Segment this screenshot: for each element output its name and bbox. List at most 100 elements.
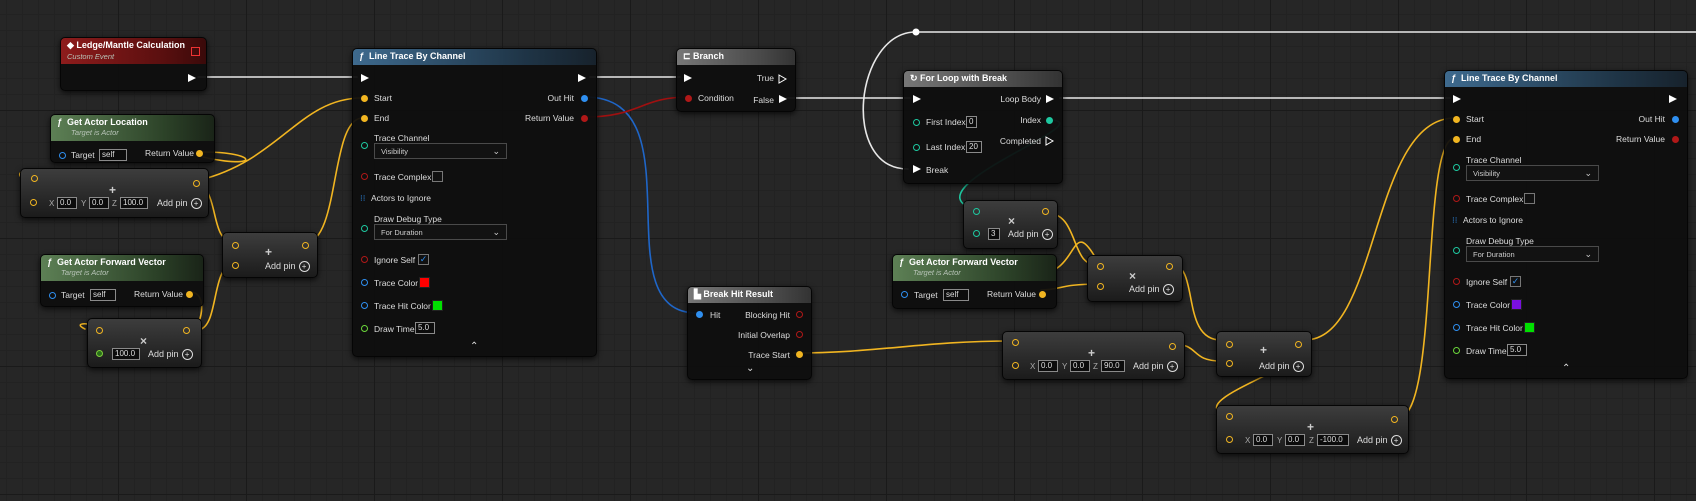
hit-pin[interactable] [696, 311, 703, 318]
exec-in-pin[interactable] [1453, 95, 1461, 103]
target-value-field[interactable]: self [943, 289, 969, 301]
collapse-chevron-up-icon[interactable]: ⌃ [470, 341, 478, 352]
output-pin[interactable] [1166, 263, 1173, 270]
ignore-self-pin[interactable] [361, 256, 368, 263]
add-pin-button[interactable]: Add pin + [1259, 361, 1304, 373]
break-hit-result-node[interactable]: ▙ Break Hit Result Hit Blocking Hit Init… [687, 286, 812, 380]
target-pin[interactable] [901, 291, 908, 298]
trace-color-swatch[interactable] [1511, 299, 1522, 310]
trace-channel-dropdown[interactable]: Visibility ⌄ [374, 143, 507, 159]
target-pin[interactable] [59, 152, 66, 159]
first-index-field[interactable]: 0 [966, 116, 977, 128]
input-pin-a[interactable] [1226, 413, 1233, 420]
delegate-pin[interactable] [191, 47, 200, 56]
target-value-field[interactable]: self [99, 149, 127, 161]
branch-node[interactable]: ⊏ Branch True Condition False [676, 48, 796, 112]
multiplier-field[interactable]: 100.0 [112, 348, 140, 360]
custom-event-node[interactable]: ◆ Ledge/Mantle Calculation Custom Event [60, 37, 207, 91]
collapse-chevron-up-icon[interactable]: ⌃ [1562, 363, 1570, 374]
for-loop-with-break-node[interactable]: ↻ For Loop with Break Loop Body First In… [903, 70, 1063, 184]
input-pin-b[interactable] [973, 230, 980, 237]
trace-hit-color-swatch[interactable] [1524, 322, 1535, 333]
output-pin[interactable] [1169, 343, 1176, 350]
break-exec-pin[interactable] [913, 165, 921, 173]
get-actor-forward-vector-node-1[interactable]: ƒ Get Actor Forward Vector Target is Acto… [40, 254, 204, 307]
exec-in-pin[interactable] [684, 74, 692, 82]
z-field[interactable]: 90.0 [1101, 360, 1125, 372]
last-index-pin[interactable] [913, 144, 920, 151]
int-multiply-node[interactable]: × 3 Add pin + [963, 200, 1058, 249]
y-field[interactable]: 0.0 [89, 197, 109, 209]
initial-overlap-pin[interactable] [796, 331, 803, 338]
vector-add-node-5[interactable]: + X 0.0 Y 0.0 Z -100.0 Add pin + [1216, 405, 1409, 454]
draw-debug-type-pin[interactable] [1453, 247, 1460, 254]
y-field[interactable]: 0.0 [1285, 434, 1305, 446]
return-value-pin[interactable] [1039, 291, 1046, 298]
trace-color-swatch[interactable] [419, 277, 430, 288]
completed-exec-pin[interactable] [1045, 136, 1054, 146]
trace-complex-pin[interactable] [361, 173, 368, 180]
output-pin[interactable] [1042, 208, 1049, 215]
trace-color-pin[interactable] [1453, 301, 1460, 308]
trace-channel-pin[interactable] [1453, 164, 1460, 171]
vector-add-node-3[interactable]: + X 0.0 Y 0.0 Z 90.0 Add pin + [1002, 331, 1185, 380]
output-pin[interactable] [193, 180, 200, 187]
trace-hit-color-pin[interactable] [1453, 324, 1460, 331]
exec-out-pin[interactable] [1669, 95, 1677, 103]
add-pin-button[interactable]: Add pin + [1129, 284, 1174, 296]
condition-pin[interactable] [685, 95, 692, 102]
true-exec-pin[interactable] [778, 74, 787, 84]
output-pin[interactable] [183, 327, 190, 334]
draw-time-pin[interactable] [1453, 347, 1460, 354]
z-field[interactable]: 100.0 [120, 197, 148, 209]
output-pin[interactable] [1391, 416, 1398, 423]
exec-out-pin[interactable] [188, 74, 196, 82]
trace-color-pin[interactable] [361, 279, 368, 286]
input-pin-a[interactable] [1097, 263, 1104, 270]
input-pin-a[interactable] [1012, 339, 1019, 346]
trace-complex-pin[interactable] [1453, 195, 1460, 202]
x-field[interactable]: 0.0 [57, 197, 77, 209]
trace-start-pin[interactable] [796, 351, 803, 358]
return-value-pin[interactable] [1672, 136, 1679, 143]
target-value-field[interactable]: self [90, 289, 116, 301]
last-index-field[interactable]: 20 [966, 141, 982, 153]
input-pin-b[interactable] [1097, 283, 1104, 290]
input-pin-a[interactable] [232, 242, 239, 249]
vector-add-node-1[interactable]: + X 0.0 Y 0.0 Z 100.0 Add pin + [20, 168, 209, 218]
y-field[interactable]: 0.0 [1070, 360, 1090, 372]
blocking-hit-pin[interactable] [796, 311, 803, 318]
return-value-pin[interactable] [196, 150, 203, 157]
draw-time-pin[interactable] [361, 325, 368, 332]
out-hit-pin[interactable] [581, 95, 588, 102]
loop-body-exec-pin[interactable] [1046, 95, 1054, 103]
expand-chevron-down-icon[interactable]: ⌄ [746, 363, 754, 374]
output-pin[interactable] [1295, 341, 1302, 348]
ignore-self-checkbox[interactable]: ✓ [1510, 276, 1521, 287]
add-pin-button[interactable]: Add pin + [1357, 435, 1402, 447]
draw-debug-type-pin[interactable] [361, 225, 368, 232]
first-index-pin[interactable] [913, 119, 920, 126]
exec-in-pin[interactable] [361, 74, 369, 82]
exec-out-pin[interactable] [578, 74, 586, 82]
start-pin[interactable] [361, 95, 368, 102]
out-hit-pin[interactable] [1672, 116, 1679, 123]
trace-hit-color-pin[interactable] [361, 302, 368, 309]
vector-add-node-4[interactable]: + Add pin + [1216, 331, 1312, 377]
x-field[interactable]: 0.0 [1038, 360, 1058, 372]
line-trace-by-channel-node-1[interactable]: ƒ Line Trace By Channel Start Out Hit End… [352, 48, 597, 357]
vector-add-node-2[interactable]: + Add pin + [222, 232, 318, 278]
add-pin-button[interactable]: Add pin + [157, 198, 202, 210]
input-pin-b[interactable] [1226, 360, 1233, 367]
add-pin-button[interactable]: Add pin + [265, 261, 310, 273]
exec-in-pin[interactable] [913, 95, 921, 103]
draw-time-field[interactable]: 5.0 [1507, 344, 1527, 356]
input-pin-b[interactable] [1012, 362, 1019, 369]
return-value-pin[interactable] [186, 291, 193, 298]
output-pin[interactable] [302, 242, 309, 249]
draw-time-field[interactable]: 5.0 [415, 322, 435, 334]
input-pin-b[interactable] [232, 262, 239, 269]
input-pin-b[interactable] [1226, 436, 1233, 443]
input-pin-b[interactable] [30, 199, 37, 206]
input-pin-a[interactable] [31, 175, 38, 182]
